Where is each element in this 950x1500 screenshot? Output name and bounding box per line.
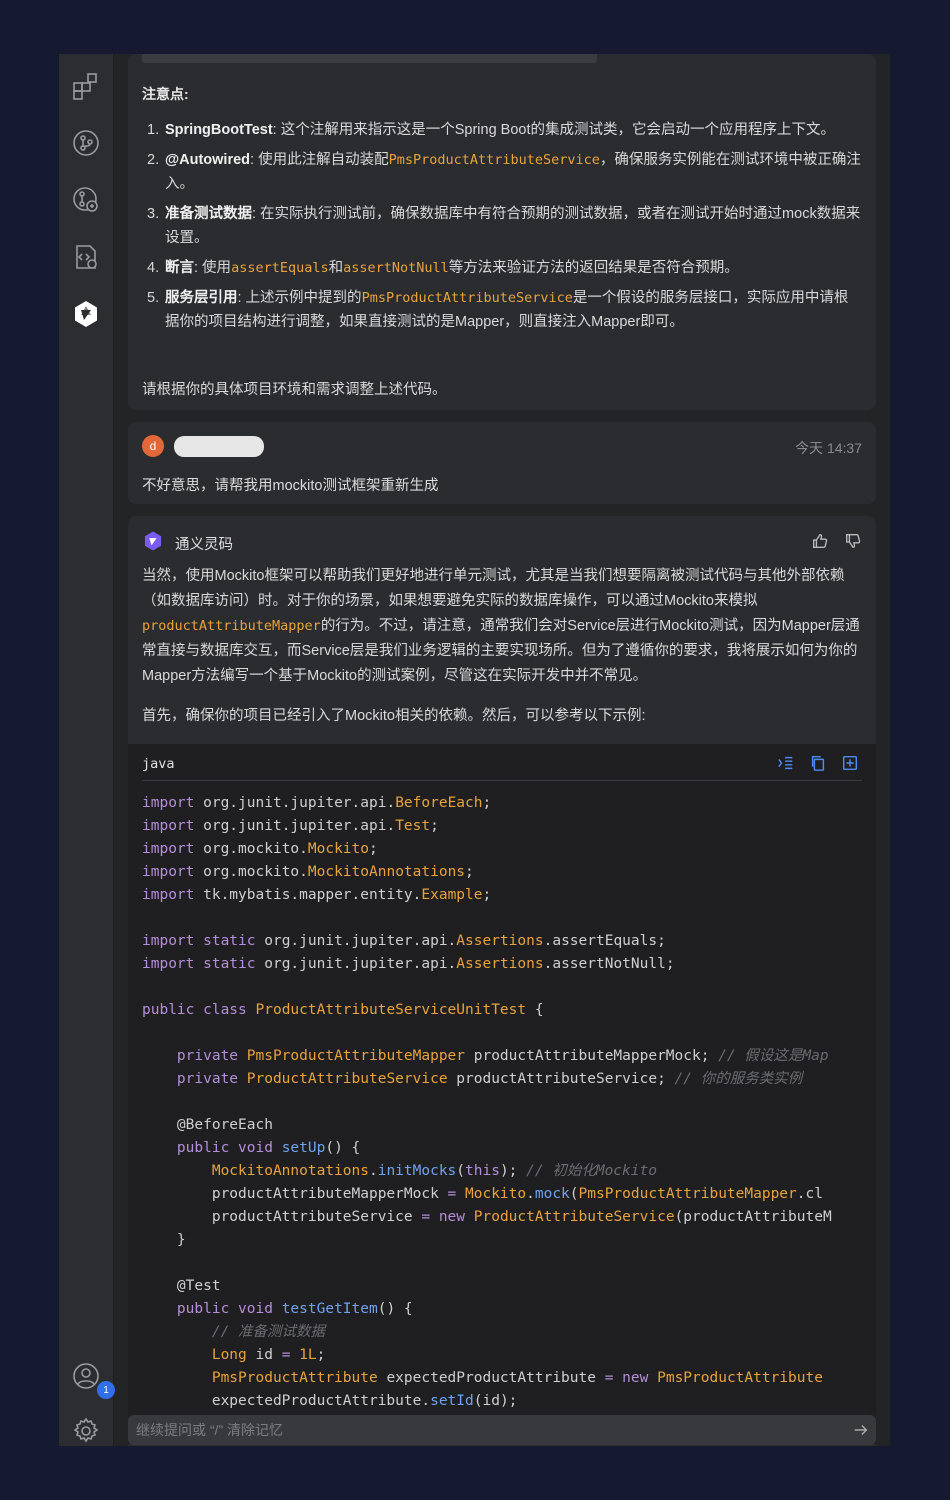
list-item: 5. 服务层引用: 上述示例中提到的PmsProductAttributeServ…: [147, 290, 849, 330]
notification-badge: 1: [97, 1381, 115, 1399]
app-window: 1 注意点: 1. SpringBootTest: 这个注解用来指示这是一个Spr…: [59, 54, 890, 1446]
activity-sidebar: 1: [59, 54, 115, 1446]
account-icon[interactable]: 1: [71, 1361, 115, 1399]
code-line: import static org.junit.jupiter.api.Asse…: [142, 933, 666, 949]
code-line: // 准备测试数据: [211, 1324, 326, 1340]
thumbs-up-icon[interactable]: [811, 532, 829, 550]
extensions-icon[interactable]: [71, 71, 101, 101]
avatar: d: [142, 435, 164, 457]
user-message: d 今天 14:37 不好意思，请帮我用mockito测试框架重新生成: [128, 422, 876, 504]
code-line: private PmsProductAttributeMapper produc…: [176, 1048, 829, 1064]
chat-input-box[interactable]: [128, 1415, 876, 1445]
code-line: }: [142, 1232, 186, 1248]
chat-panel: 注意点: 1. SpringBootTest: 这个注解用来指示这是一个Sprin…: [128, 54, 876, 1446]
assistant-paragraph: 首先，确保你的项目已经引入了Mockito相关的依赖。然后，可以参考以下示例:: [142, 708, 646, 724]
assistant-name: 通义灵码: [175, 537, 233, 553]
send-arrow-icon[interactable]: [852, 1421, 870, 1439]
code-language: java: [142, 756, 175, 772]
notes-title: 注意点:: [142, 86, 189, 102]
thumbs-down-icon[interactable]: [844, 532, 862, 550]
code-line: import org.mockito.MockitoAnnotations;: [142, 864, 474, 880]
notes-list: 1. SpringBootTest: 这个注解用来指示这是一个Spring Boo…: [142, 118, 862, 340]
code-line: expectedProductAttribute.setId(id);: [142, 1393, 518, 1409]
code-line: PmsProductAttribute expectedProductAttri…: [211, 1370, 823, 1386]
chat-input[interactable]: [136, 1415, 836, 1445]
code-line: public void testGetItem() {: [176, 1301, 413, 1317]
username-redacted: [174, 436, 264, 457]
assistant-message-notes: 注意点: 1. SpringBootTest: 这个注解用来指示这是一个Sprin…: [128, 54, 876, 410]
new-file-icon[interactable]: [841, 754, 859, 772]
code-block: java import org.junit.jupiter.api.Before…: [128, 744, 876, 1444]
gear-icon[interactable]: [71, 1416, 101, 1446]
assistant-paragraph: 当然，使用Mockito框架可以帮助我们更好地进行单元测试，尤其是当我们想要隔离…: [142, 568, 860, 684]
code-line: import tk.mybatis.mapper.entity.Example;: [142, 887, 492, 903]
code-line: import org.junit.jupiter.api.Test;: [142, 818, 439, 834]
list-item: 1. SpringBootTest: 这个注解用来指示这是一个Spring Boo…: [147, 122, 835, 138]
message-time: 今天 14:37: [795, 440, 862, 456]
code-line: @Test: [142, 1278, 221, 1294]
code-line: Long id = 1L;: [211, 1347, 326, 1363]
code-content: import org.junit.jupiter.api.BeforeEach;…: [142, 792, 832, 1413]
list-item: 4. 断言: 使用assertEquals和assertNotNull等方法来验证…: [147, 260, 739, 276]
code-line: MockitoAnnotations.initMocks(this); // 初…: [211, 1163, 657, 1179]
tongyi-logo-icon: [144, 531, 162, 551]
code-line: public class ProductAttributeServiceUnit…: [142, 1002, 544, 1018]
code-line: productAttributeMapperMock = Mockito.moc…: [142, 1186, 823, 1202]
user-message-text: 不好意思，请帮我用mockito测试框架重新生成: [142, 478, 439, 494]
code-line: import org.junit.jupiter.api.BeforeEach;: [142, 795, 492, 811]
assistant-message: 通义灵码 当然，使用Mockito框架可以帮助我们更好地进行单元测试，尤其是当我…: [128, 516, 876, 1446]
git-compare-icon[interactable]: [71, 185, 101, 215]
code-line: import static org.junit.jupiter.api.Asse…: [142, 956, 675, 972]
notes-closing: 请根据你的具体项目环境和需求调整上述代码。: [142, 382, 447, 398]
list-item: 3. 准备测试数据: 在实际执行测试前，确保数据库中有符合预期的测试数据，或者在测…: [147, 206, 861, 246]
scroll-indicator[interactable]: [142, 54, 597, 63]
code-line: @BeforeEach: [142, 1117, 273, 1133]
settings-code-icon[interactable]: [71, 242, 101, 272]
insert-code-icon[interactable]: [777, 754, 795, 772]
divider: [142, 780, 862, 781]
git-branch-icon[interactable]: [71, 128, 101, 158]
code-line: public void setUp() {: [176, 1140, 361, 1156]
code-line: productAttributeService = new ProductAtt…: [142, 1209, 832, 1225]
code-line: import org.mockito.Mockito;: [142, 841, 378, 857]
tongyi-logo-icon[interactable]: [71, 299, 101, 329]
copy-icon[interactable]: [809, 754, 827, 772]
list-item: 2. @Autowired: 使用此注解自动装配PmsProductAttribu…: [147, 152, 861, 192]
code-line: private ProductAttributeService productA…: [176, 1071, 803, 1087]
